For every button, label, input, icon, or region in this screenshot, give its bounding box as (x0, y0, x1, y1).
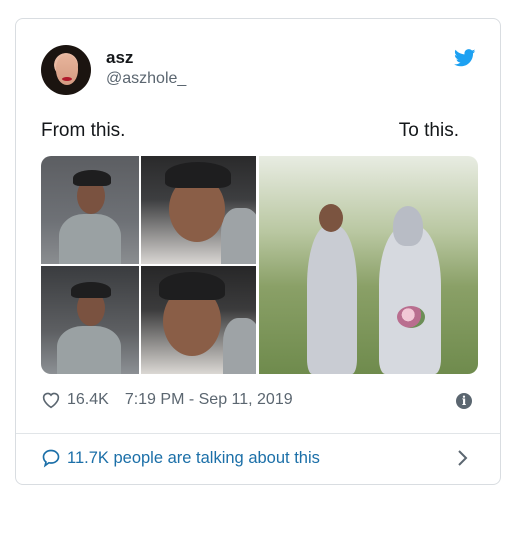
talking-link[interactable]: 11.7K people are talking about this (41, 448, 320, 468)
info-icon[interactable]: i (456, 393, 472, 409)
tweet-text-left: From this. (41, 120, 126, 141)
cap (159, 272, 225, 300)
groom-head (319, 204, 343, 232)
photo-tile[interactable] (41, 156, 139, 264)
bouquet (397, 306, 425, 328)
groom-figure (307, 226, 357, 374)
photo-tile[interactable] (41, 266, 139, 374)
avatar-lips (62, 77, 72, 81)
divider (16, 433, 500, 434)
like-count[interactable]: 16.4K (67, 391, 109, 409)
bride-head (393, 206, 423, 246)
shirt (223, 318, 256, 374)
photo-tile[interactable] (141, 156, 256, 264)
heart-icon[interactable] (41, 391, 61, 409)
shirt (57, 326, 121, 374)
wedding-photo[interactable] (259, 156, 478, 374)
chevron-right-icon[interactable] (454, 449, 470, 467)
cap (71, 282, 111, 298)
twitter-bird-icon[interactable] (454, 49, 476, 67)
tweet-card: asz @aszhole_ From this. To this. 16.4K … (15, 18, 501, 485)
comment-bubble-icon (42, 449, 60, 468)
avatar[interactable] (41, 45, 91, 95)
tweet-text-right: To this. (398, 120, 459, 141)
author-handle[interactable]: @aszhole_ (106, 70, 186, 88)
cap (165, 162, 231, 188)
timestamp[interactable]: 7:19 PM - Sep 11, 2019 (125, 391, 293, 409)
bride-figure (379, 226, 441, 374)
tweet-meta: 16.4K 7:19 PM - Sep 11, 2019 (41, 391, 293, 409)
cap (73, 170, 111, 186)
photo-tile[interactable] (141, 266, 256, 374)
shirt (59, 214, 121, 264)
tweet-media[interactable] (41, 156, 478, 374)
talking-text[interactable]: 11.7K people are talking about this (67, 449, 320, 468)
author-name[interactable]: asz (106, 48, 133, 68)
shirt (221, 208, 256, 264)
